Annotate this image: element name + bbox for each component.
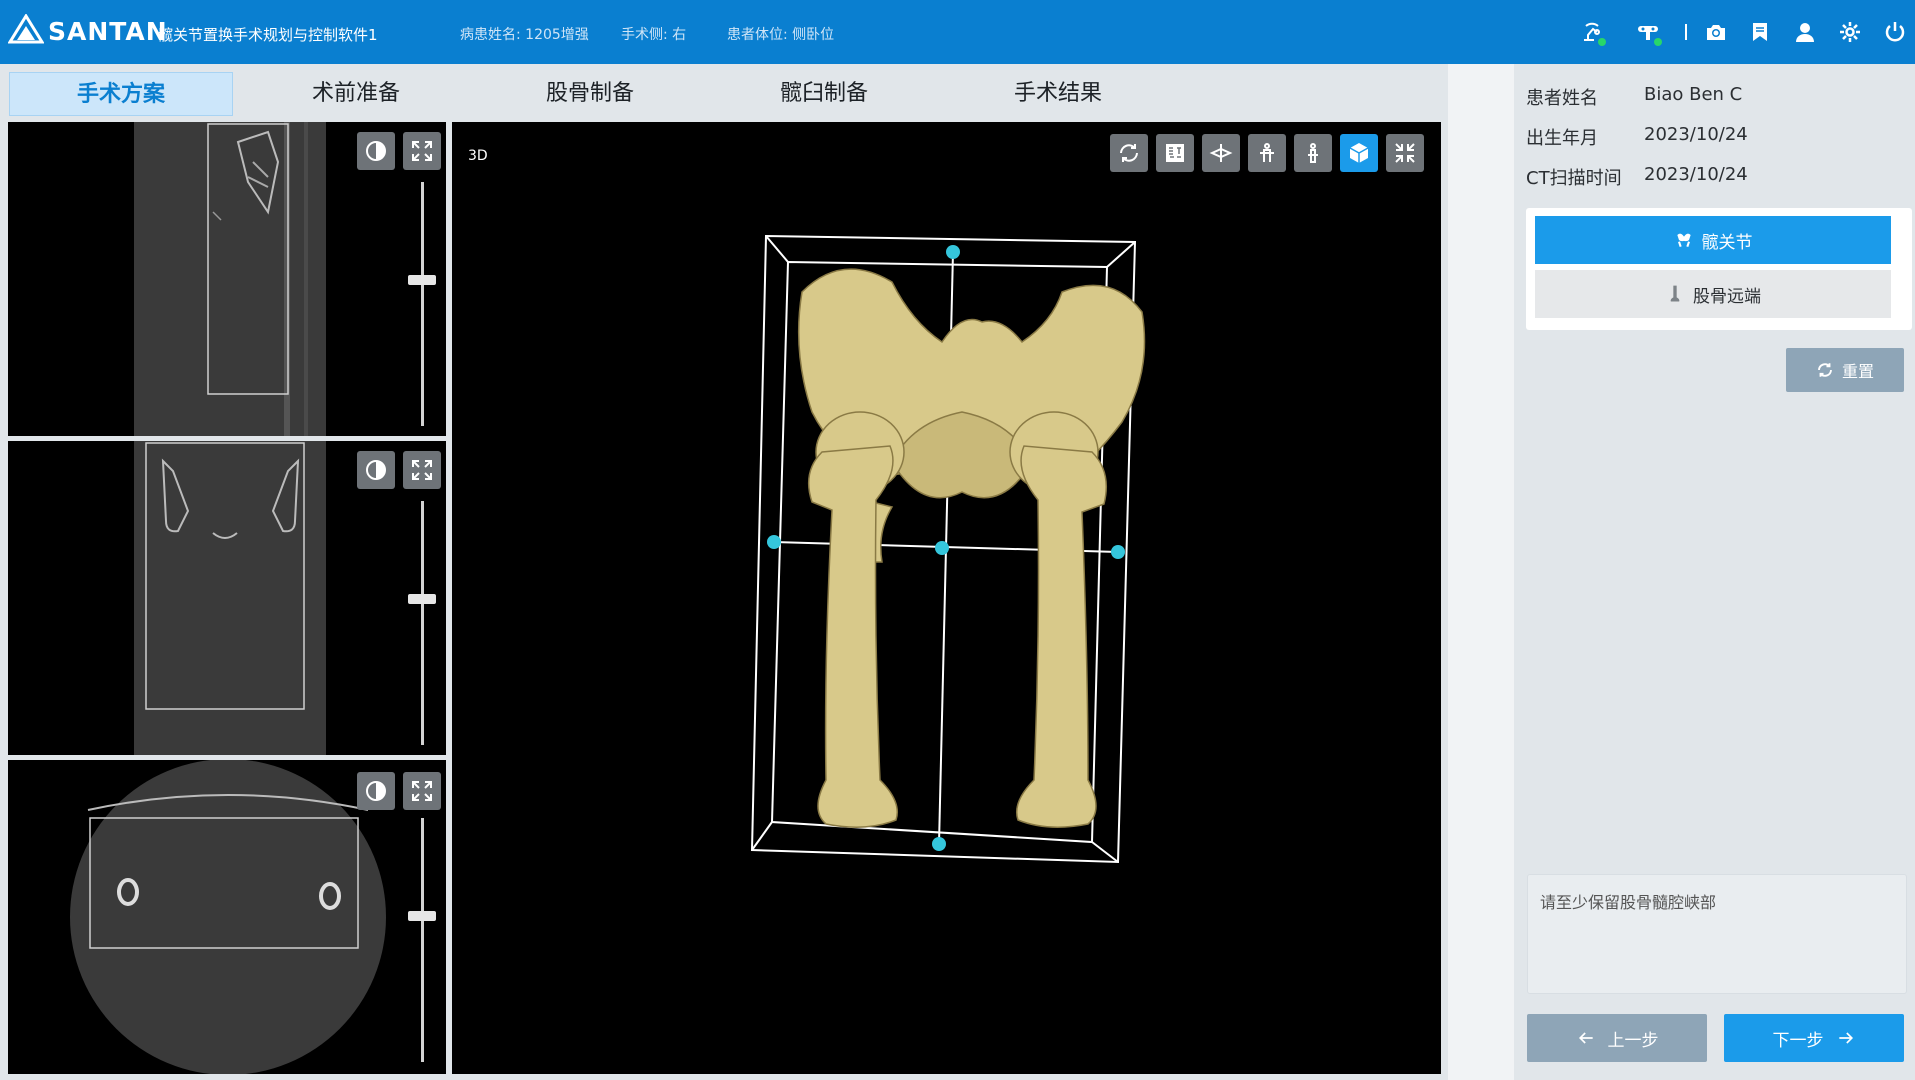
brand-name: SANTAN bbox=[48, 17, 168, 46]
screenshot-icon[interactable] bbox=[1700, 14, 1732, 50]
contrast-icon[interactable] bbox=[357, 772, 395, 810]
workflow-tabs: 手术方案 术前准备 股骨制备 髋臼制备 手术结果 bbox=[0, 64, 1448, 120]
axial-view-icon[interactable] bbox=[1202, 134, 1240, 172]
bottom-handle bbox=[932, 837, 946, 851]
femur-models bbox=[807, 445, 1107, 828]
center-handle bbox=[935, 541, 949, 555]
patient-name-meta: 病患姓名: 1205增强 bbox=[460, 27, 589, 43]
left-handle bbox=[767, 535, 781, 549]
contrast-icon[interactable] bbox=[357, 132, 395, 170]
dob-value: 2023/10/24 bbox=[1644, 124, 1748, 145]
coronal-slice-view[interactable] bbox=[8, 441, 446, 755]
slice-slider-track[interactable] bbox=[421, 501, 424, 745]
patient-position-meta: 患者体位: 侧卧位 bbox=[727, 27, 835, 43]
contrast-icon[interactable] bbox=[357, 451, 395, 489]
surgery-side-meta: 手术侧: 右 bbox=[621, 27, 687, 43]
sagittal-slice-view[interactable] bbox=[8, 122, 446, 436]
santan-logo-icon bbox=[8, 14, 44, 44]
settings-icon[interactable] bbox=[1834, 14, 1866, 50]
coronal-view-icon[interactable] bbox=[1248, 134, 1286, 172]
top-handle bbox=[946, 245, 960, 259]
slice-slider-thumb[interactable] bbox=[408, 274, 436, 285]
toolbar-divider bbox=[1685, 24, 1687, 40]
reset-icon bbox=[1818, 363, 1832, 377]
maximize-icon[interactable] bbox=[403, 772, 441, 810]
reset-label: 重置 bbox=[1841, 362, 1874, 381]
robot-status-dot bbox=[1598, 38, 1606, 46]
slice-slider-track[interactable] bbox=[421, 818, 424, 1062]
navigation-camera-icon[interactable] bbox=[1632, 14, 1664, 50]
slice-slider-track[interactable] bbox=[421, 182, 424, 426]
distal-femur-label: 股骨远端 bbox=[1693, 286, 1761, 307]
3d-ct-icon[interactable] bbox=[1156, 134, 1194, 172]
hint-message-box: 请至少保留股骨髓腔峡部 bbox=[1527, 874, 1907, 994]
maximize-icon[interactable] bbox=[403, 451, 441, 489]
app-title: 髋关节置换手术规划与控制软件1 bbox=[158, 26, 378, 44]
right-handle bbox=[1111, 545, 1125, 559]
camera-status-dot bbox=[1654, 38, 1662, 46]
user-icon[interactable] bbox=[1789, 14, 1821, 50]
axial-slice-view[interactable] bbox=[8, 760, 446, 1074]
collapse-icon[interactable] bbox=[1386, 134, 1424, 172]
patient-name-label: 患者姓名 bbox=[1526, 88, 1598, 109]
hint-message: 请至少保留股骨髓腔峡部 bbox=[1540, 893, 1717, 912]
3d-view[interactable]: 3D bbox=[452, 122, 1441, 1074]
region-selector: 髋关节 股骨远端 bbox=[1526, 208, 1912, 330]
tab-preop-prep[interactable]: 术前准备 bbox=[244, 72, 468, 116]
cube-view-icon[interactable] bbox=[1340, 134, 1378, 172]
previous-step-button[interactable]: 上一步 bbox=[1527, 1014, 1707, 1062]
tab-acetabulum-prep[interactable]: 髋臼制备 bbox=[712, 72, 936, 116]
power-icon[interactable] bbox=[1879, 14, 1911, 50]
top-bar: SANTAN 髋关节置换手术规划与控制软件1 病患姓名: 1205增强 手术侧:… bbox=[0, 0, 1915, 64]
dob-label: 出生年月 bbox=[1526, 128, 1598, 149]
reset-button[interactable]: 重置 bbox=[1786, 348, 1904, 392]
distal-femur-icon bbox=[1670, 285, 1680, 302]
tab-femur-prep[interactable]: 股骨制备 bbox=[478, 72, 702, 116]
right-panel: 患者姓名 Biao Ben C 出生年月 2023/10/24 CT扫描时间 2… bbox=[1514, 64, 1915, 1080]
rotate-icon[interactable] bbox=[1110, 134, 1148, 172]
patient-name-value: Biao Ben C bbox=[1644, 84, 1743, 105]
tab-surgery-result[interactable]: 手术结果 bbox=[946, 72, 1170, 116]
arrow-left-icon bbox=[1578, 1032, 1593, 1044]
ct-scan-time-label: CT扫描时间 bbox=[1526, 168, 1622, 189]
tab-surgical-plan[interactable]: 手术方案 bbox=[9, 72, 233, 116]
hip-joint-icon bbox=[1676, 233, 1691, 247]
next-step-button[interactable]: 下一步 bbox=[1724, 1014, 1904, 1062]
slice-slider-thumb[interactable] bbox=[408, 910, 436, 921]
3d-bone-model[interactable] bbox=[452, 122, 1441, 1074]
maximize-icon[interactable] bbox=[403, 132, 441, 170]
distal-femur-button[interactable]: 股骨远端 bbox=[1535, 270, 1891, 318]
arrow-right-icon bbox=[1838, 1032, 1853, 1044]
robot-arm-icon[interactable] bbox=[1576, 14, 1608, 50]
sagittal-view-icon[interactable] bbox=[1294, 134, 1332, 172]
hip-joint-label: 髋关节 bbox=[1701, 232, 1753, 253]
hip-joint-button[interactable]: 髋关节 bbox=[1535, 216, 1891, 264]
bookmark-icon[interactable] bbox=[1744, 14, 1776, 50]
panel-divider bbox=[1448, 64, 1514, 1080]
slice-slider-thumb[interactable] bbox=[408, 593, 436, 604]
previous-step-label: 上一步 bbox=[1607, 1030, 1659, 1051]
ct-scan-time-value: 2023/10/24 bbox=[1644, 164, 1748, 185]
next-step-label: 下一步 bbox=[1772, 1030, 1824, 1051]
